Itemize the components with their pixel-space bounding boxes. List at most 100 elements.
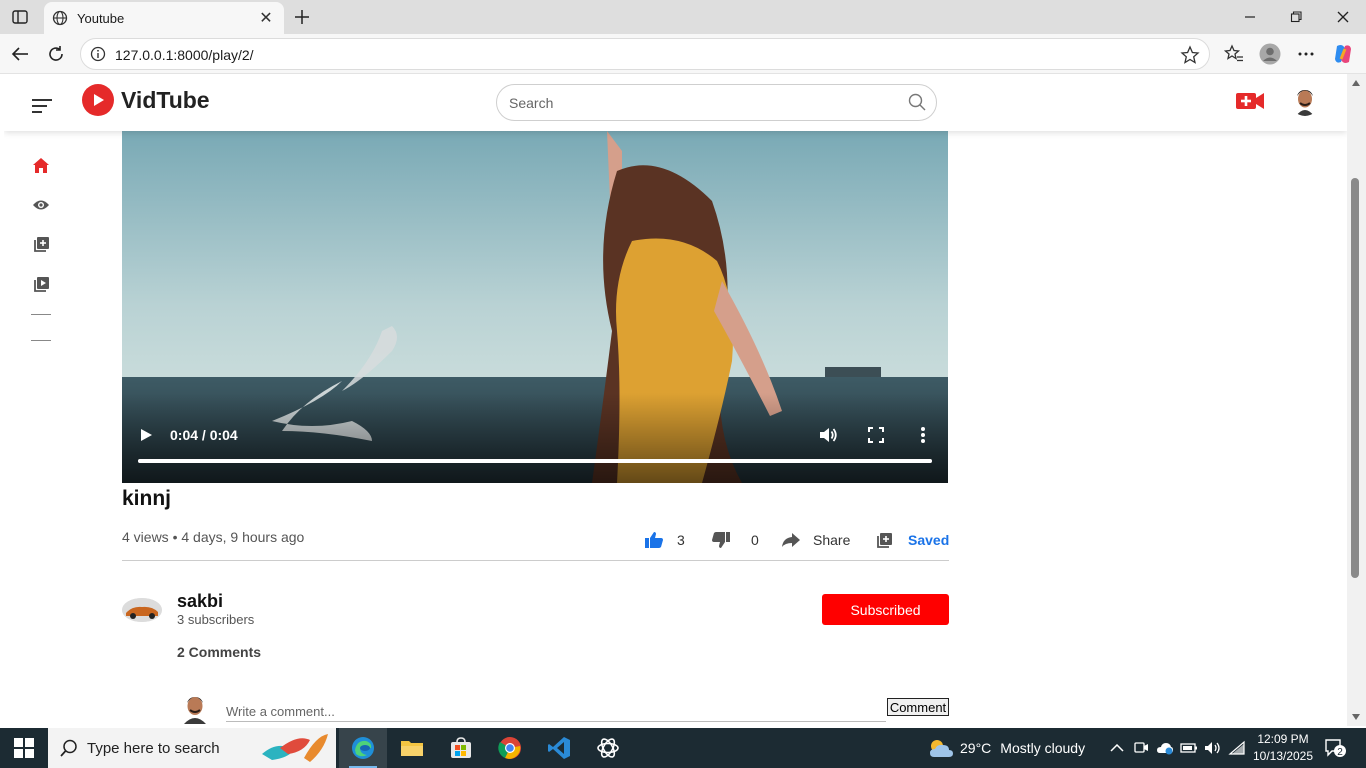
taskbar-store[interactable] [437, 728, 485, 768]
home-icon [33, 157, 49, 173]
scroll-down-icon [1352, 714, 1360, 720]
wifi-icon[interactable] [1228, 739, 1246, 757]
favorite-star-icon[interactable] [1180, 45, 1200, 65]
share-label: Share [813, 532, 851, 548]
subscribe-button[interactable]: Subscribed [822, 594, 949, 625]
sidebar-playlist-add[interactable] [31, 234, 51, 254]
share-button[interactable]: Share [780, 530, 850, 550]
browser-tab-bar: Youtube ✕ [0, 0, 1366, 34]
edge-icon [352, 737, 374, 759]
dislike-button[interactable]: 0 [710, 530, 759, 550]
notification-count: 2 [1337, 747, 1343, 758]
new-tab-icon[interactable] [290, 5, 314, 29]
divider [122, 560, 949, 561]
refresh-icon[interactable] [44, 42, 68, 66]
copilot-icon[interactable] [1331, 42, 1355, 66]
like-button[interactable]: 3 [643, 530, 685, 550]
globe-icon [52, 10, 68, 26]
sidebar-video-library[interactable] [31, 274, 51, 294]
page-scrollbar[interactable] [1347, 74, 1366, 726]
browser-tab-active[interactable]: Youtube ✕ [44, 2, 284, 34]
time-display: 0:04 / 0:04 [170, 427, 238, 443]
taskbar-edge[interactable] [339, 728, 387, 768]
chatgpt-icon [597, 738, 619, 758]
taskbar-file-explorer[interactable] [388, 728, 436, 768]
folder-icon [401, 741, 423, 756]
url-text: 127.0.0.1:8000/play/2/ [115, 47, 254, 63]
progress-fill [138, 459, 932, 463]
close-tab-icon[interactable]: ✕ [256, 8, 276, 28]
comment-button[interactable]: Comment [887, 698, 949, 716]
battery-icon[interactable] [1180, 739, 1198, 757]
commenter-avatar [179, 690, 211, 724]
sidebar-divider [31, 314, 51, 315]
comment-input[interactable] [226, 702, 886, 722]
sidebar-watched[interactable] [31, 195, 51, 215]
windows-start-icon[interactable] [14, 738, 34, 758]
search-input[interactable] [509, 93, 889, 113]
thumbs-down-icon [710, 530, 732, 550]
video-player[interactable]: 0:04 / 0:04 [122, 131, 948, 483]
playlist-add-icon [33, 236, 49, 252]
play-icon[interactable] [138, 426, 154, 444]
minimize-icon[interactable] [1227, 0, 1273, 34]
eye-icon [33, 200, 49, 210]
sidebar-divider [31, 340, 51, 341]
taskbar-vscode[interactable] [535, 728, 583, 768]
taskbar-search-text: Type here to search [87, 739, 220, 757]
weather-widget[interactable]: 29°C Mostly cloudy [928, 737, 1085, 759]
cloudy-icon [930, 740, 953, 757]
channel-name[interactable]: sakbi [177, 591, 223, 612]
share-icon [780, 530, 802, 550]
store-icon [451, 737, 471, 758]
restore-icon[interactable] [1273, 0, 1319, 34]
video-meta: 4 views • 4 days, 9 hours ago [122, 529, 305, 545]
comments-count: 2 Comments [177, 644, 262, 660]
video-title: kinnj [122, 487, 172, 510]
dislike-count: 0 [751, 532, 759, 548]
scrollbar-thumb[interactable] [1351, 178, 1359, 578]
subscriber-count: 3 subscribers [177, 612, 255, 627]
progress-bar[interactable] [138, 459, 932, 463]
saved-label: Saved [908, 532, 950, 548]
system-clock[interactable]: 12:09 PM 10/13/2025 [1252, 731, 1314, 765]
volume-icon[interactable] [818, 425, 838, 445]
taskbar-chatgpt[interactable] [584, 728, 632, 768]
logo-text: VidTube [121, 86, 210, 113]
site-info-icon[interactable] [90, 46, 106, 62]
search-icon[interactable] [908, 93, 926, 111]
video-library-icon [33, 276, 49, 292]
more-menu-icon[interactable] [1294, 42, 1318, 66]
fullscreen-icon[interactable] [867, 426, 885, 444]
playlist-add-icon [873, 530, 895, 550]
vscode-icon [548, 737, 570, 759]
thumbs-up-icon [643, 530, 665, 550]
taskbar-chrome[interactable] [486, 728, 534, 768]
taskbar-search[interactable]: Type here to search [48, 728, 336, 768]
tab-actions-icon[interactable] [8, 6, 32, 28]
volume-icon[interactable] [1204, 739, 1222, 757]
favorites-icon[interactable] [1222, 42, 1246, 66]
back-icon[interactable] [8, 42, 32, 66]
search-icon [60, 739, 77, 757]
weather-description: Mostly cloudy [1000, 740, 1086, 756]
profile-icon[interactable] [1258, 42, 1282, 66]
sidebar [4, 131, 70, 726]
save-button[interactable]: Saved [873, 530, 949, 550]
meet-now-icon[interactable] [1132, 739, 1150, 757]
upload-video-icon[interactable] [1236, 90, 1264, 112]
channel-avatar[interactable] [122, 598, 162, 622]
address-bar[interactable]: 127.0.0.1:8000/play/2/ [80, 38, 1210, 70]
onedrive-icon[interactable] [1156, 739, 1174, 757]
more-options-icon[interactable] [919, 425, 927, 445]
notifications-icon[interactable]: 2 [1324, 738, 1346, 758]
user-avatar[interactable] [1290, 84, 1320, 116]
sidebar-home[interactable] [31, 155, 51, 175]
tab-title: Youtube [77, 10, 125, 26]
site-logo[interactable]: VidTube [82, 84, 210, 116]
close-window-icon[interactable] [1320, 0, 1366, 34]
web-page: VidTube Search 0:04 / 0:04 kinnj 4 views… [4, 74, 1347, 726]
show-hidden-icons-icon[interactable] [1108, 739, 1126, 757]
hamburger-menu-icon[interactable] [30, 97, 54, 115]
clock-date: 10/13/2025 [1252, 749, 1314, 763]
